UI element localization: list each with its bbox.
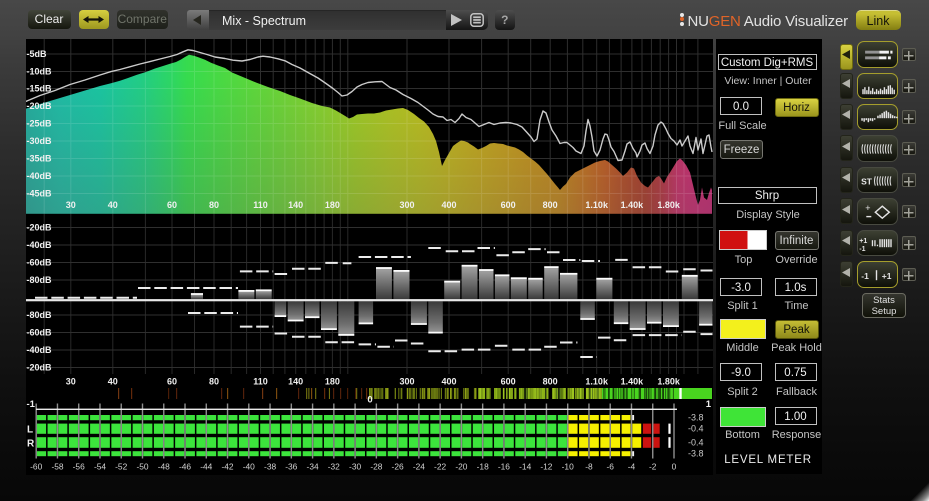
svg-text:600: 600 xyxy=(501,200,516,210)
svg-text:-58: -58 xyxy=(51,462,63,472)
svg-text:-14: -14 xyxy=(519,462,531,472)
svg-text:-80dB: -80dB xyxy=(27,275,53,285)
svg-text:-40dB: -40dB xyxy=(27,171,53,181)
svg-text:-80dB: -80dB xyxy=(27,310,53,320)
svg-text:-40dB: -40dB xyxy=(27,345,53,355)
svg-text:+1: +1 xyxy=(859,238,867,245)
svg-text:-10: -10 xyxy=(562,462,574,472)
svg-text:-4: -4 xyxy=(628,462,636,472)
svg-text:-10dB: -10dB xyxy=(27,67,53,77)
svg-text:300: 300 xyxy=(399,200,414,210)
svg-text:30: 30 xyxy=(66,200,76,210)
svg-text:-30dB: -30dB xyxy=(27,136,53,146)
svg-text:60: 60 xyxy=(167,377,177,387)
svg-text:-3.8: -3.8 xyxy=(688,449,704,459)
svg-text:-2: -2 xyxy=(649,462,657,472)
svg-text:-12: -12 xyxy=(540,462,552,472)
svg-text:180: 180 xyxy=(325,377,340,387)
svg-text:-8: -8 xyxy=(585,462,593,472)
svg-text:40: 40 xyxy=(108,200,118,210)
svg-text:30: 30 xyxy=(66,377,76,387)
svg-text:-5dB: -5dB xyxy=(27,49,48,59)
svg-text:110: 110 xyxy=(253,200,268,210)
svg-text:300: 300 xyxy=(399,377,414,387)
svg-text:-38: -38 xyxy=(264,462,276,472)
svg-text:-6: -6 xyxy=(606,462,614,472)
svg-text:40: 40 xyxy=(108,377,118,387)
svg-text:400: 400 xyxy=(441,377,456,387)
svg-text:-42: -42 xyxy=(221,462,233,472)
svg-text:-52: -52 xyxy=(115,462,127,472)
svg-text:1.80k: 1.80k xyxy=(657,377,681,387)
svg-text:-32: -32 xyxy=(328,462,340,472)
svg-text:80: 80 xyxy=(209,200,219,210)
svg-text:1.10k: 1.10k xyxy=(585,200,609,210)
svg-text:-44: -44 xyxy=(200,462,212,472)
svg-text:-1: -1 xyxy=(859,246,865,253)
svg-text:+1: +1 xyxy=(881,271,891,281)
svg-text:-16: -16 xyxy=(498,462,510,472)
svg-text:-60dB: -60dB xyxy=(27,328,53,338)
svg-text:60: 60 xyxy=(167,200,177,210)
svg-text:1.80k: 1.80k xyxy=(657,200,681,210)
svg-text:-48: -48 xyxy=(158,462,170,472)
svg-text:-50: -50 xyxy=(136,462,148,472)
svg-text:-24: -24 xyxy=(413,462,425,472)
svg-text:-45dB: -45dB xyxy=(27,189,53,199)
svg-text:600: 600 xyxy=(501,377,516,387)
svg-text:ST: ST xyxy=(861,176,873,186)
svg-text:180: 180 xyxy=(325,200,340,210)
svg-text:-60: -60 xyxy=(30,462,42,472)
svg-text:110: 110 xyxy=(253,377,268,387)
svg-text:140: 140 xyxy=(288,377,303,387)
svg-text:-22: -22 xyxy=(434,462,446,472)
svg-text:-60dB: -60dB xyxy=(27,258,53,268)
svg-text:400: 400 xyxy=(441,200,456,210)
svg-text:0: 0 xyxy=(672,462,677,472)
svg-text:800: 800 xyxy=(543,200,558,210)
svg-text:-56: -56 xyxy=(73,462,85,472)
svg-text:-40: -40 xyxy=(243,462,255,472)
svg-text:-1: -1 xyxy=(27,399,36,410)
svg-text:-3.8: -3.8 xyxy=(688,413,704,423)
svg-text:-30: -30 xyxy=(349,462,361,472)
svg-text:R: R xyxy=(27,439,35,450)
svg-text:1: 1 xyxy=(706,399,712,410)
svg-text:0: 0 xyxy=(367,395,372,406)
svg-text:1.40k: 1.40k xyxy=(621,200,645,210)
svg-text:-20dB: -20dB xyxy=(27,101,53,111)
svg-text:800: 800 xyxy=(543,377,558,387)
svg-text:-15dB: -15dB xyxy=(27,84,53,94)
svg-text:-20: -20 xyxy=(455,462,467,472)
svg-text:-46: -46 xyxy=(179,462,191,472)
svg-text:-25dB: -25dB xyxy=(27,119,53,129)
svg-text:80: 80 xyxy=(209,377,219,387)
svg-text:-35dB: -35dB xyxy=(27,154,53,164)
svg-text:L: L xyxy=(27,425,33,436)
svg-text:-20dB: -20dB xyxy=(27,223,53,233)
svg-text:-28: -28 xyxy=(370,462,382,472)
svg-text:-26: -26 xyxy=(392,462,404,472)
svg-text:140: 140 xyxy=(288,200,303,210)
svg-text:-20dB: -20dB xyxy=(27,363,53,373)
svg-text:1.40k: 1.40k xyxy=(621,377,645,387)
svg-text:+: + xyxy=(865,203,870,213)
svg-text:-36: -36 xyxy=(285,462,297,472)
svg-text:1.10k: 1.10k xyxy=(585,377,609,387)
svg-text:-1: -1 xyxy=(861,271,869,281)
svg-text:-34: -34 xyxy=(307,462,319,472)
svg-text:-54: -54 xyxy=(94,462,106,472)
svg-text:-40dB: -40dB xyxy=(27,240,53,250)
svg-text:-18: -18 xyxy=(477,462,489,472)
